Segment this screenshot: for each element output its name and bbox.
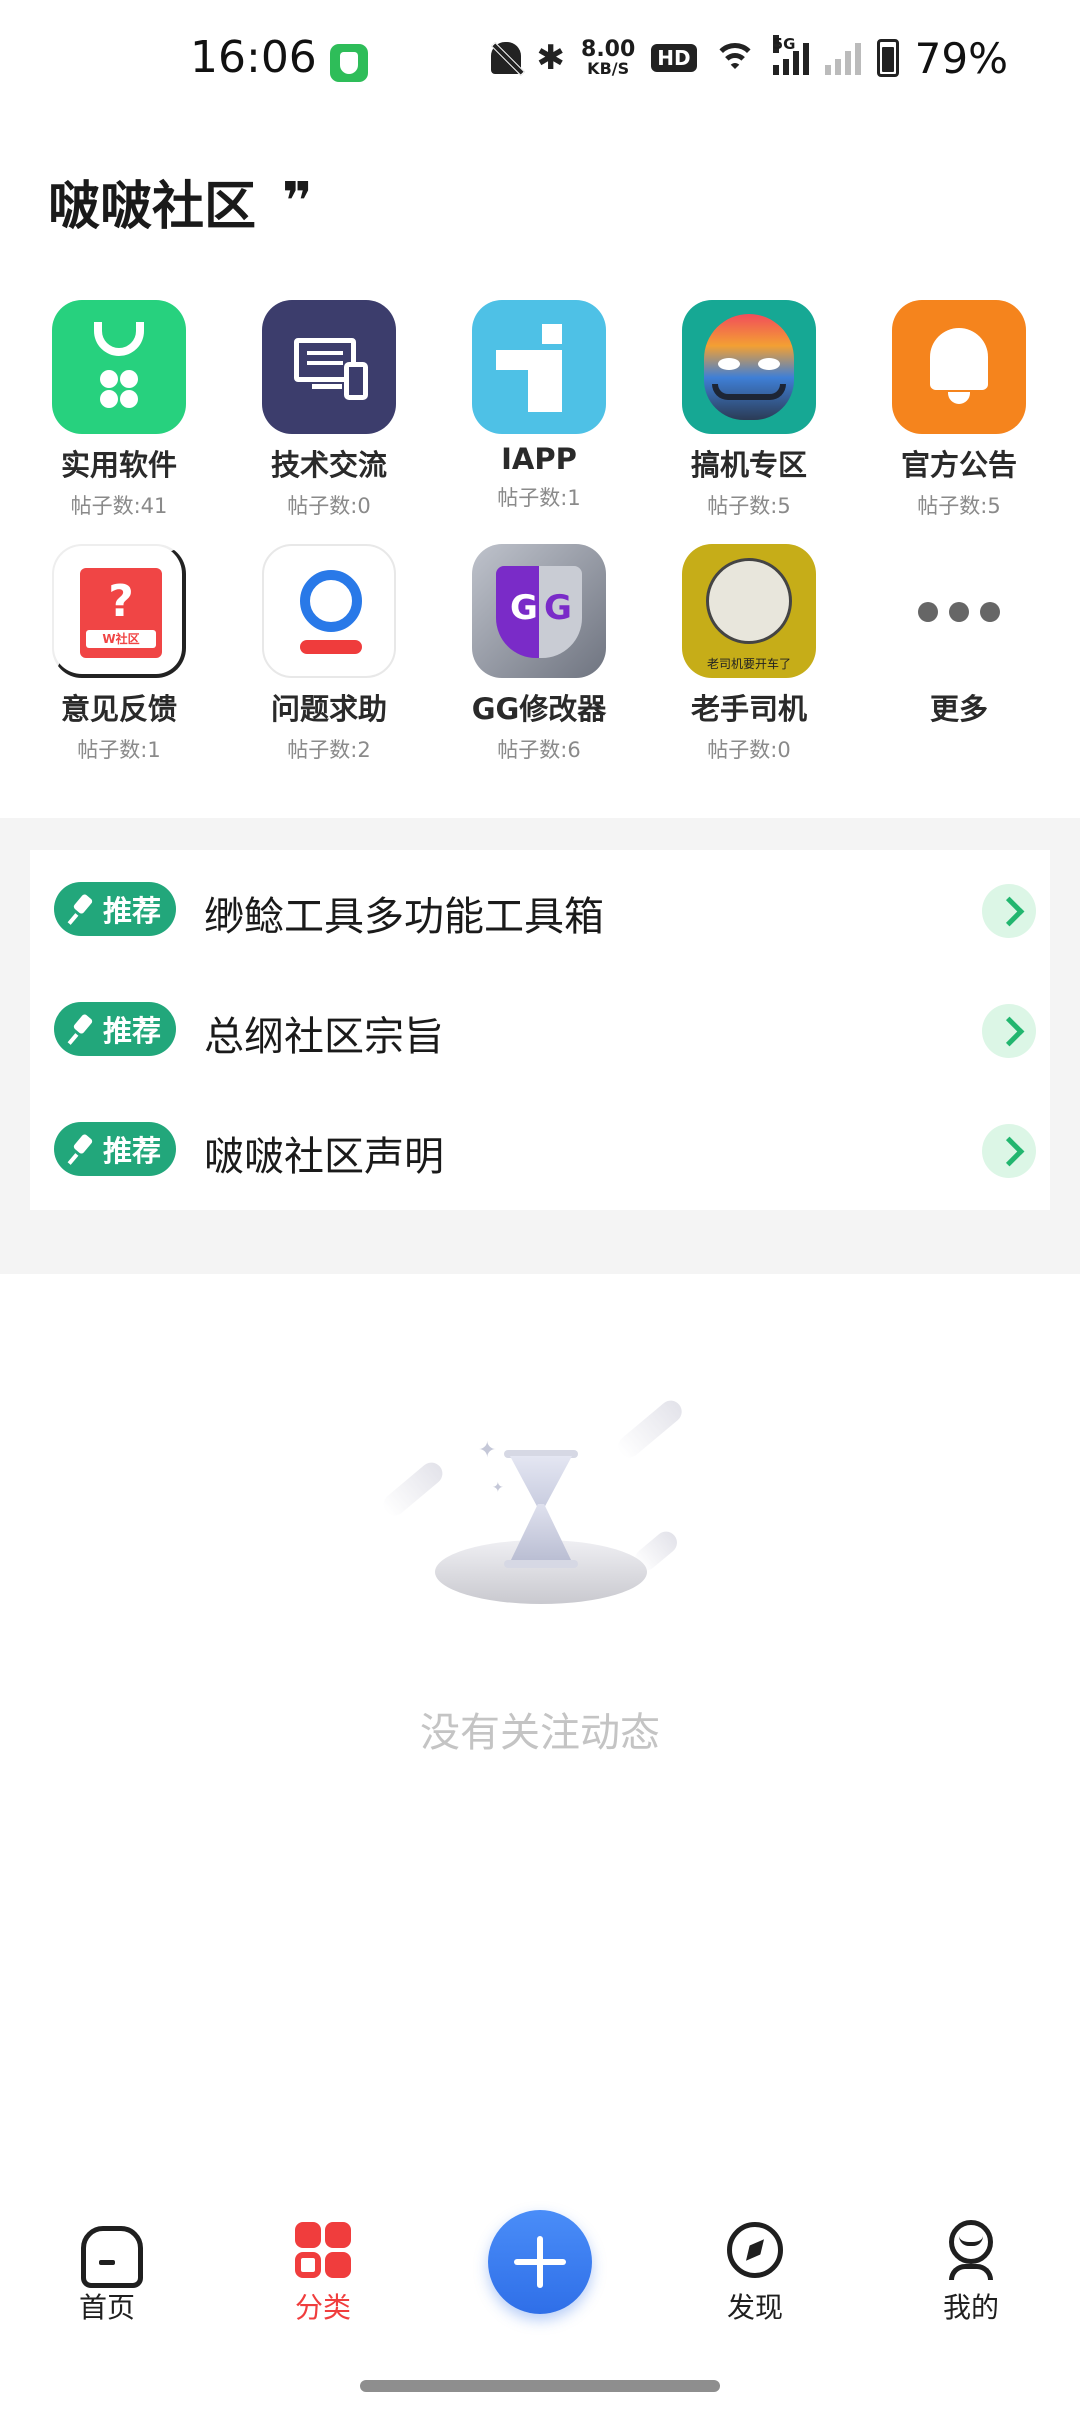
category-official-notice[interactable]: 官方公告 帖子数:5 [854, 300, 1064, 520]
profile-icon [941, 2220, 1001, 2280]
home-icon [77, 2220, 143, 2288]
mask-icon [682, 300, 816, 434]
battery-percent: 79% [914, 33, 1008, 83]
category-name: 老手司机 [690, 692, 807, 726]
feedback-badge-text: W社区 [102, 632, 140, 646]
gg-icon: G G [472, 544, 606, 678]
recommended-item-title: 总纲社区宗旨 [204, 1014, 444, 1060]
nav-label: 首页 [78, 2291, 135, 2324]
recommended-item-title: 缈鲶工具多功能工具箱 [204, 894, 604, 940]
chevron-right-icon[interactable] [982, 1004, 1036, 1058]
gg-glyph-left: G [510, 588, 538, 628]
bell-off-icon [490, 42, 521, 74]
hourglass-icon: ✦ ✦ [379, 1396, 710, 1620]
nav-label: 分类 [294, 2291, 351, 2324]
category-name: 官方公告 [900, 448, 1017, 482]
signal-5g-icon: 5G [772, 35, 809, 75]
category-iapp[interactable]: IAPP 帖子数:1 [434, 300, 644, 512]
pin-icon [69, 1135, 97, 1163]
bluetooth-icon: ✱ [536, 38, 566, 78]
battery-icon [876, 39, 899, 77]
category-feedback[interactable]: ? W社区 意见反馈 帖子数:1 [14, 544, 224, 764]
meme-icon: 老司机要开车了 [682, 544, 816, 678]
network-speed: 8.00 KB/S [581, 39, 635, 77]
category-tech-exchange[interactable]: 技术交流 帖子数:0 [224, 300, 434, 520]
category-gg-modifier[interactable]: G G GG修改器 帖子数:6 [434, 544, 644, 764]
computer-icon [262, 300, 396, 434]
chevron-right-icon[interactable] [982, 1124, 1036, 1178]
recommended-item[interactable]: 推荐 啵啵社区声明 [30, 1090, 1050, 1210]
category-post-count: 帖子数:0 [287, 494, 371, 518]
signal-5g-label: 5G [772, 35, 796, 53]
category-post-count: 帖子数:5 [917, 494, 1001, 518]
status-time: 16:06 [190, 32, 317, 83]
page-title: 啵啵社区 [48, 177, 257, 237]
status-icons: ✱ 8.00 KB/S HD 5G 79% [490, 28, 1008, 88]
nav-home[interactable]: 首页 [32, 2220, 182, 2326]
create-post-button[interactable] [488, 2210, 592, 2314]
recommend-badge: 推荐 [54, 882, 176, 936]
more-icon [892, 544, 1026, 678]
empty-state-text: 没有关注动态 [420, 1710, 660, 1756]
quote-icon[interactable]: ❞ [282, 176, 313, 228]
category-tinkering-zone[interactable]: 搞机专区 帖子数:5 [644, 300, 854, 520]
category-name: GG修改器 [471, 692, 607, 726]
category-post-count: 帖子数:6 [497, 738, 581, 762]
category-name: 搞机专区 [690, 448, 807, 482]
help-icon [262, 544, 396, 678]
feedback-icon: ? W社区 [52, 544, 186, 678]
recommend-badge: 推荐 [54, 1002, 176, 1056]
signal-sim2-icon [824, 41, 861, 75]
security-shield-icon [330, 44, 368, 82]
category-post-count: 帖子数:1 [497, 486, 581, 510]
home-indicator[interactable] [360, 2380, 720, 2392]
recommended-item[interactable]: 推荐 总纲社区宗旨 [30, 970, 1050, 1090]
nav-label: 我的 [942, 2291, 999, 2324]
recommend-badge-label: 推荐 [102, 894, 161, 928]
hd-icon: HD [651, 44, 697, 72]
category-post-count: 帖子数:5 [707, 494, 791, 518]
recommended-list: 推荐 缈鲶工具多功能工具箱 推荐 总纲社区宗旨 推荐 啵啵社区声明 [30, 850, 1050, 1210]
bell-icon [892, 300, 1026, 434]
category-more[interactable]: 更多 [854, 544, 1064, 728]
recommend-badge-label: 推荐 [102, 1014, 161, 1048]
category-name: 更多 [929, 692, 988, 726]
iapp-icon [472, 300, 606, 434]
category-post-count: 帖子数:2 [287, 738, 371, 762]
app-bag-icon [52, 300, 186, 434]
compass-icon [725, 2220, 785, 2280]
status-bar: 16:06 ✱ 8.00 KB/S HD 5G 79% [0, 0, 1080, 120]
category-veteran-driver[interactable]: 老司机要开车了 老手司机 帖子数:0 [644, 544, 854, 764]
nav-profile[interactable]: 我的 [896, 2220, 1046, 2326]
category-practical-software[interactable]: 实用软件 帖子数:41 [14, 300, 224, 520]
network-speed-unit: KB/S [587, 59, 630, 78]
network-speed-value: 8.00 [581, 37, 636, 62]
category-name: 技术交流 [270, 448, 387, 482]
gg-glyph-right: G [544, 588, 572, 628]
meme-caption: 老司机要开车了 [706, 657, 791, 671]
recommended-item-title: 啵啵社区声明 [204, 1134, 444, 1180]
category-help[interactable]: 问题求助 帖子数:2 [224, 544, 434, 764]
recommend-badge-label: 推荐 [102, 1134, 161, 1168]
category-post-count: 帖子数:0 [707, 738, 791, 762]
nav-label: 发现 [726, 2291, 783, 2324]
pin-icon [69, 895, 97, 923]
pin-icon [69, 1015, 97, 1043]
category-post-count: 帖子数:41 [70, 494, 168, 518]
category-name: 意见反馈 [60, 692, 177, 726]
category-post-count: 帖子数:1 [77, 738, 161, 762]
nav-category[interactable]: 分类 [248, 2220, 398, 2326]
category-icon [293, 2220, 353, 2280]
category-name: IAPP [501, 442, 577, 476]
recommended-item[interactable]: 推荐 缈鲶工具多功能工具箱 [30, 850, 1050, 970]
nav-discover[interactable]: 发现 [680, 2220, 830, 2326]
chevron-right-icon[interactable] [982, 884, 1036, 938]
category-name: 实用软件 [60, 448, 177, 482]
recommend-badge: 推荐 [54, 1122, 176, 1176]
category-name: 问题求助 [270, 692, 387, 726]
wifi-icon [712, 41, 757, 75]
